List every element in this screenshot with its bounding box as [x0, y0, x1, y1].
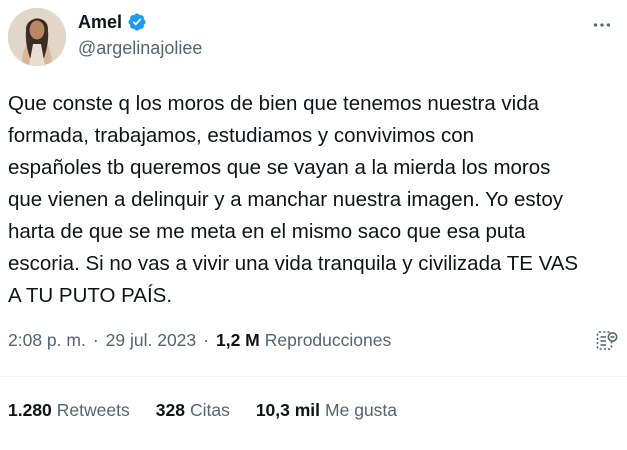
likes-label: Me gusta	[325, 400, 398, 420]
retweets-count: 1.280	[8, 400, 52, 420]
avatar[interactable]	[8, 8, 66, 66]
display-name[interactable]: Amel	[78, 11, 122, 33]
views-label: Reproducciones	[264, 330, 392, 350]
user-handle[interactable]: @argelinajoliee	[78, 38, 202, 59]
meta-separator: ·	[203, 330, 209, 350]
tweet-text: Que conste q los moros de bien que tenem…	[8, 92, 579, 307]
likes-stat[interactable]: 10,3 mil Me gusta	[256, 400, 397, 421]
tweet-date[interactable]: 29 jul. 2023	[106, 330, 197, 351]
user-name-row: Amel	[78, 11, 147, 33]
analytics-icon[interactable]	[595, 329, 619, 358]
retweets-stat[interactable]: 1.280 Retweets	[8, 400, 130, 421]
quotes-count: 328	[155, 400, 185, 420]
quotes-label: Citas	[189, 400, 230, 420]
tweet-meta: 2:08 p. m. · 29 jul. 2023 · 1,2 M Reprod…	[8, 330, 391, 351]
likes-count: 10,3 mil	[255, 400, 321, 420]
more-horizontal-icon	[593, 23, 611, 27]
meta-separator: ·	[92, 330, 99, 350]
tweet-stats: 1.280 Retweets 328 Citas 10,3 mil Me gus…	[8, 400, 397, 421]
verified-badge-icon[interactable]	[127, 12, 147, 32]
views-count: 1,2 M	[215, 330, 260, 350]
tweet-time[interactable]: 2:08 p. m.	[8, 330, 86, 351]
more-options-button[interactable]	[585, 10, 619, 40]
quotes-stat[interactable]: 328 Citas	[156, 400, 230, 421]
retweets-label: Retweets	[56, 400, 130, 420]
divider	[0, 376, 627, 377]
